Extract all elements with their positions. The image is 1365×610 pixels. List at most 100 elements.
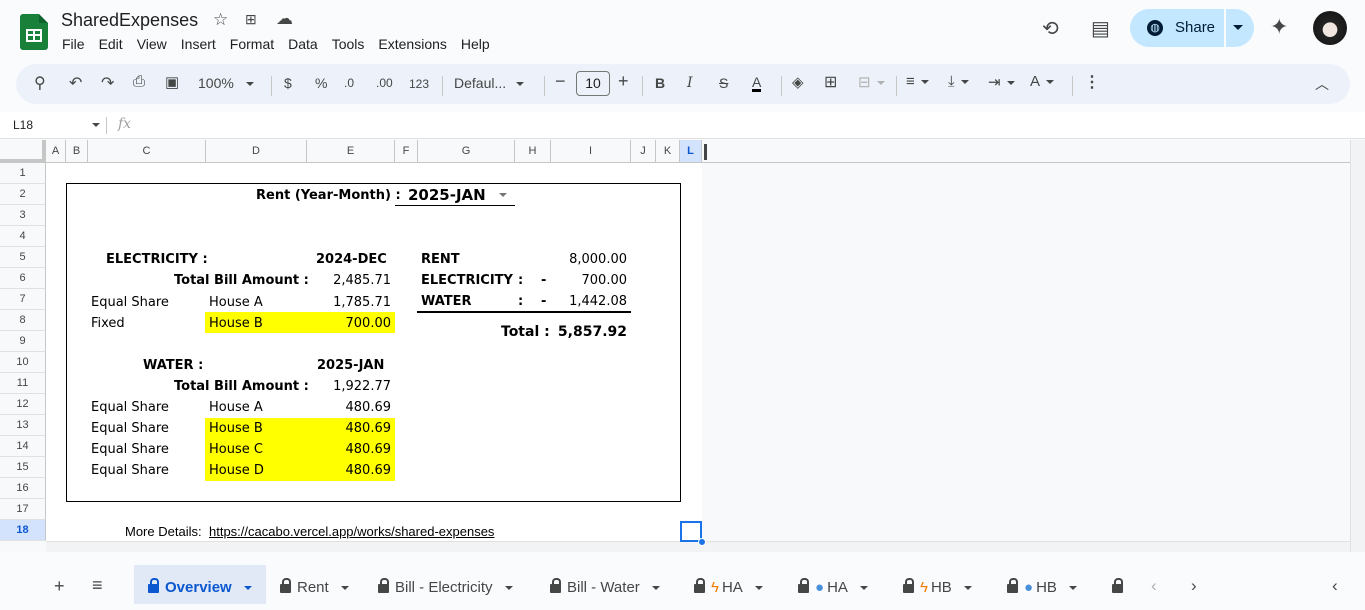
column-header[interactable]: I (551, 140, 631, 163)
vertical-align-icon[interactable]: ⤓ (948, 73, 969, 90)
all-sheets-icon[interactable]: ≡ (92, 575, 103, 596)
gemini-sparkle-icon[interactable]: ✦ (1270, 14, 1288, 40)
version-history-icon[interactable]: ⟲ (1042, 16, 1059, 41)
column-header[interactable]: G (418, 140, 515, 163)
avatar[interactable] (1313, 11, 1347, 45)
row-header[interactable]: 9 (0, 331, 46, 352)
percent-format-button[interactable]: % (315, 75, 327, 91)
name-box[interactable]: L18 (13, 118, 33, 132)
column-header[interactable]: B (66, 140, 88, 163)
row-header[interactable]: 8 (0, 310, 46, 331)
print-icon[interactable]: ⎙ (133, 73, 145, 90)
chevron-down-icon[interactable] (499, 193, 507, 197)
tab-ha-electricity[interactable]: ϟ HA (694, 565, 763, 604)
menu-tools[interactable]: Tools (332, 36, 365, 52)
column-header-selected[interactable]: L (680, 140, 702, 163)
italic-button[interactable]: I (687, 75, 693, 91)
collapse-toolbar-icon[interactable]: ︿ (1315, 74, 1329, 94)
font-family-select[interactable]: Defaul... (454, 75, 525, 91)
row-header-selected[interactable]: 18 (0, 520, 46, 541)
text-rotation-icon[interactable]: A (1030, 73, 1055, 90)
row-header[interactable]: 10 (0, 352, 46, 373)
column-header[interactable]: J (631, 140, 656, 163)
menu-insert[interactable]: Insert (181, 36, 216, 52)
decrease-font-size-icon[interactable]: − (555, 71, 566, 92)
column-header[interactable]: F (395, 140, 418, 163)
fill-handle[interactable] (698, 538, 706, 546)
borders-icon[interactable]: ⊞ (824, 72, 837, 92)
tab-ha-water[interactable]: ● HA (798, 565, 868, 604)
fill-color-icon[interactable]: ◈ (792, 73, 804, 91)
tab-bill-water[interactable]: Bill - Water (550, 565, 660, 604)
bold-button[interactable]: B (655, 75, 665, 91)
cloud-status-icon[interactable]: ☁ (276, 9, 293, 29)
strikethrough-button[interactable]: S (719, 75, 728, 91)
sheets-logo-icon[interactable] (20, 14, 48, 50)
menu-data[interactable]: Data (288, 36, 318, 52)
decrease-decimal-button[interactable]: .0 (344, 76, 354, 90)
move-folder-icon[interactable]: ⊞ (245, 11, 257, 28)
menu-help[interactable]: Help (461, 36, 490, 52)
scroll-tabs-left-icon[interactable]: ‹ (1151, 576, 1157, 596)
share-dropdown-icon[interactable] (1233, 25, 1243, 30)
tab-hb-electricity[interactable]: ϟ HB (903, 565, 972, 604)
row-header[interactable]: 5 (0, 247, 46, 268)
merge-cells-icon[interactable]: ⊟ (858, 73, 885, 91)
column-header[interactable]: D (206, 140, 307, 163)
row-header[interactable]: 15 (0, 457, 46, 478)
font-size-input[interactable]: 10 (576, 71, 610, 96)
undo-icon[interactable]: ↶ (69, 73, 82, 93)
menu-edit[interactable]: Edit (99, 36, 123, 52)
column-resize-handle[interactable] (704, 144, 707, 160)
menu-view[interactable]: View (137, 36, 167, 52)
row-header[interactable]: 17 (0, 499, 46, 520)
row-header[interactable]: 1 (0, 163, 46, 184)
row-header[interactable]: 7 (0, 289, 46, 310)
text-wrapping-icon[interactable]: ⇥ (988, 73, 1015, 91)
vertical-scrollbar[interactable] (1350, 140, 1365, 552)
column-header[interactable]: A (46, 140, 66, 163)
column-header[interactable]: H (515, 140, 551, 163)
comments-icon[interactable]: ▤ (1091, 16, 1110, 41)
number-format-button[interactable]: 123 (409, 77, 429, 91)
redo-icon[interactable]: ↷ (101, 73, 114, 93)
paint-format-icon[interactable]: ▣ (165, 73, 179, 91)
search-menus-icon[interactable]: ⚲ (34, 73, 46, 93)
document-title[interactable]: SharedExpenses (61, 10, 198, 31)
rent-month-dropdown[interactable]: 2025-JAN (395, 184, 515, 206)
scroll-tabs-right-icon[interactable]: › (1191, 576, 1197, 596)
increase-font-size-icon[interactable]: + (618, 71, 629, 92)
more-details-link[interactable]: https://cacabo.vercel.app/works/shared-e… (209, 524, 494, 539)
star-icon[interactable]: ☆ (213, 10, 228, 30)
row-header[interactable]: 14 (0, 436, 46, 457)
menu-format[interactable]: Format (230, 36, 274, 52)
text-color-button[interactable]: A (752, 75, 762, 92)
tab-hb-water[interactable]: ● HB (1007, 565, 1077, 604)
horizontal-align-icon[interactable]: ≡ (906, 73, 929, 90)
row-header[interactable]: 11 (0, 373, 46, 394)
column-header[interactable]: K (656, 140, 680, 163)
column-header[interactable]: E (307, 140, 395, 163)
select-all-corner[interactable] (0, 140, 46, 163)
tab-overview[interactable]: Overview (134, 565, 266, 604)
column-header[interactable]: C (88, 140, 206, 163)
row-header[interactable]: 2 (0, 184, 46, 205)
tab-more[interactable] (1112, 565, 1129, 604)
row-header[interactable]: 4 (0, 226, 46, 247)
row-header[interactable]: 6 (0, 268, 46, 289)
zoom-select[interactable]: 100% (198, 75, 254, 91)
tab-bill-electricity[interactable]: Bill - Electricity (378, 565, 513, 604)
menu-file[interactable]: File (62, 36, 85, 52)
share-button[interactable]: ◍ Share (1130, 9, 1254, 47)
chevron-down-icon[interactable] (92, 123, 100, 127)
row-header[interactable]: 16 (0, 478, 46, 499)
add-sheet-icon[interactable]: + (54, 576, 65, 597)
row-header[interactable]: 13 (0, 415, 46, 436)
row-header[interactable]: 12 (0, 394, 46, 415)
row-header[interactable]: 3 (0, 205, 46, 226)
tab-rent[interactable]: Rent (280, 565, 349, 604)
more-options-icon[interactable]: ⋮ (1084, 72, 1100, 92)
currency-format-button[interactable]: $ (284, 75, 292, 91)
increase-decimal-button[interactable]: .00 (376, 76, 393, 90)
menu-extensions[interactable]: Extensions (378, 36, 446, 52)
